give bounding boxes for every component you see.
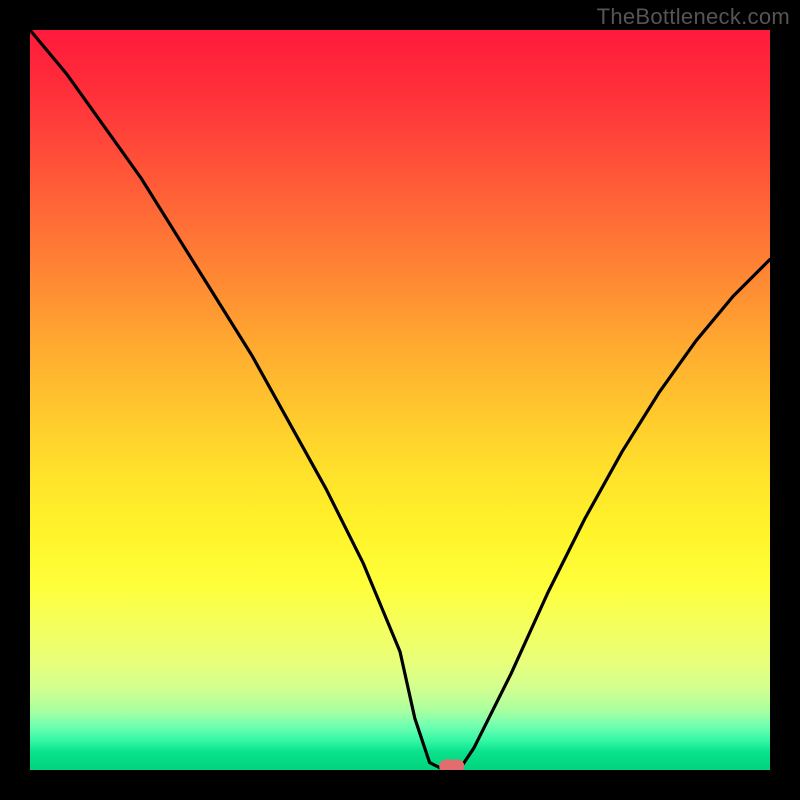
- watermark-text: TheBottleneck.com: [597, 4, 790, 30]
- plot-area: [30, 30, 770, 770]
- bottleneck-curve: [30, 30, 770, 770]
- optimum-marker: [440, 760, 464, 770]
- chart-container: TheBottleneck.com: [0, 0, 800, 800]
- curve-path: [30, 30, 770, 770]
